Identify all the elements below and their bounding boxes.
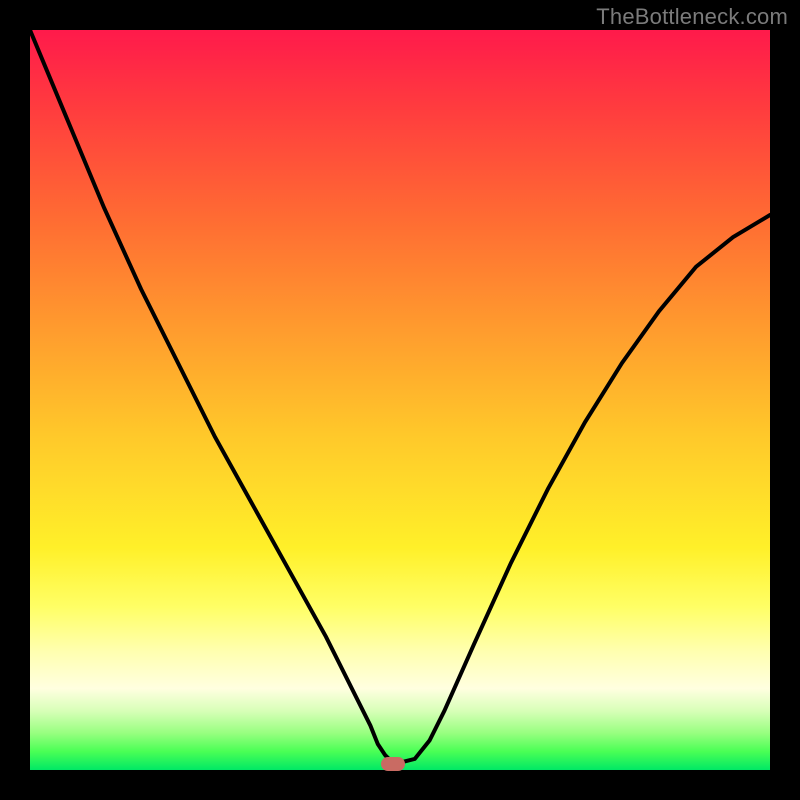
min-marker (381, 757, 405, 771)
plot-area (30, 30, 770, 770)
chart-frame: TheBottleneck.com (0, 0, 800, 800)
watermark-text: TheBottleneck.com (596, 4, 788, 30)
curve-svg (30, 30, 770, 770)
bottleneck-curve-path (30, 30, 770, 763)
